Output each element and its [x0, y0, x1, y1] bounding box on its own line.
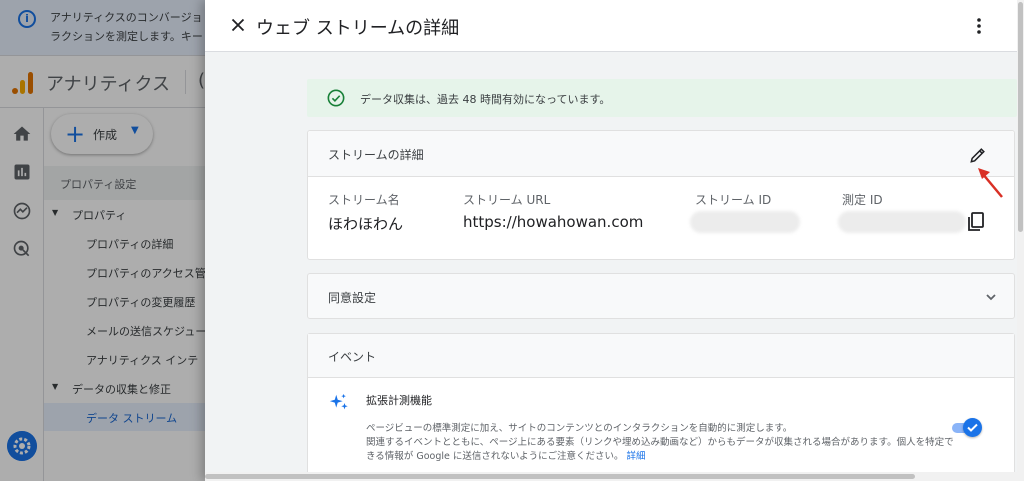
close-icon[interactable]: [227, 14, 249, 36]
more-vert-icon[interactable]: [969, 16, 989, 36]
stream-name-value: ほわほわん: [328, 215, 404, 233]
stream-id-redacted: [690, 211, 800, 233]
panel-title: ウェブ ストリームの詳細: [256, 18, 460, 39]
stream-details-header: ストリームの詳細: [308, 131, 1014, 177]
copy-icon[interactable]: [966, 211, 986, 233]
data-collection-status-banner: データ収集は、過去 48 時間有効になっています。: [307, 79, 1017, 117]
enhanced-measurement-title: 拡張計測機能: [366, 394, 432, 407]
stream-details-card: ストリームの詳細 ストリーム名 ほわほわん ストリーム URL https://…: [307, 130, 1015, 260]
stream-name-label: ストリーム名: [328, 193, 400, 207]
check-circle-icon: [327, 89, 345, 107]
stream-url-value: https://howahowan.com: [463, 213, 644, 231]
consent-settings-card[interactable]: 同意設定: [307, 273, 1015, 319]
stream-details-title: ストリームの詳細: [328, 148, 424, 162]
events-header: イベント: [308, 334, 1014, 378]
annotation-arrow-icon: [978, 168, 1003, 198]
panel-header: ウェブ ストリームの詳細: [205, 0, 1017, 52]
stream-id-label: ストリーム ID: [695, 193, 772, 207]
status-message: データ収集は、過去 48 時間有効になっています。: [360, 93, 611, 106]
measurement-id-redacted: [838, 211, 966, 233]
events-title: イベント: [328, 350, 377, 364]
check-icon: [967, 423, 978, 432]
enhanced-measurement-description: ページビューの標準測定に加え、サイトのコンテンツとのインタラクションを自動的に測…: [366, 423, 954, 462]
learn-more-link[interactable]: 詳細: [627, 451, 646, 462]
chevron-down-icon[interactable]: [984, 290, 998, 304]
enhanced-measurement-toggle[interactable]: [950, 417, 982, 437]
stream-url-label: ストリーム URL: [463, 193, 551, 207]
web-stream-details-panel: ウェブ ストリームの詳細 データ収集は、過去 48 時間有効になっています。 ス…: [205, 0, 1017, 481]
consent-settings-title: 同意設定: [328, 291, 377, 305]
sparkle-icon: [329, 393, 348, 410]
edit-pencil-icon[interactable]: [968, 145, 988, 165]
horizontal-scrollbar[interactable]: [205, 472, 1017, 481]
vertical-scrollbar-thumb[interactable]: [1018, 2, 1023, 232]
measurement-id-label: 測定 ID: [842, 193, 883, 207]
events-card: イベント 拡張計測機能 ページビューの標準測定に加え、サイトのコンテンツとのイン…: [307, 333, 1015, 481]
